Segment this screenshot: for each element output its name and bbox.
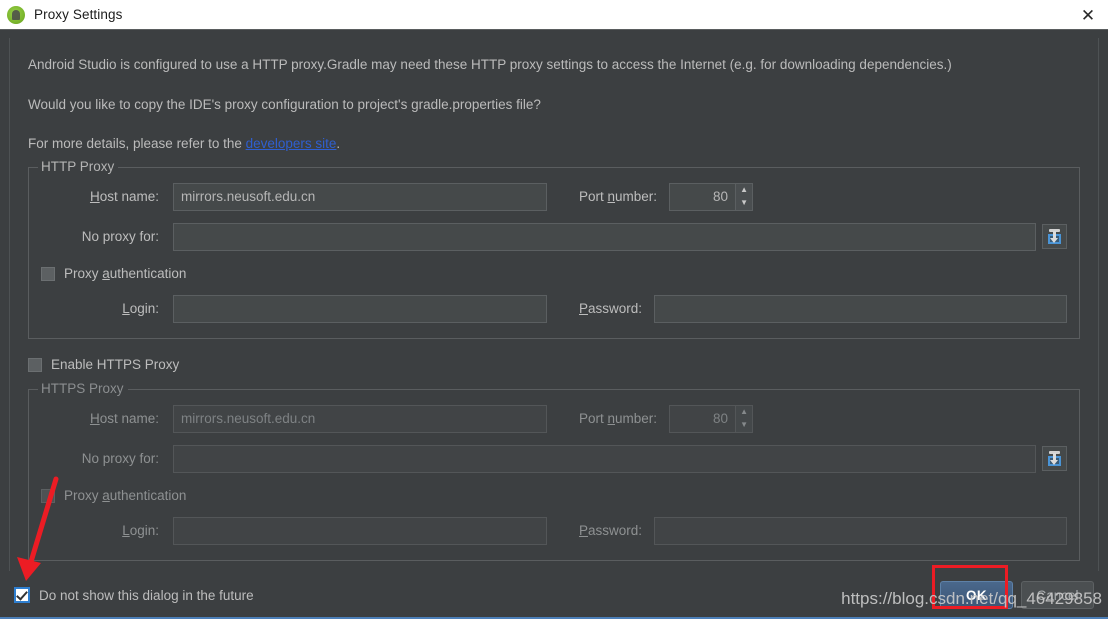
- window-title: Proxy Settings: [34, 7, 123, 22]
- do-not-show-label: Do not show this dialog in the future: [39, 587, 254, 603]
- spinner-up-icon[interactable]: ▲: [736, 406, 752, 419]
- https-proxy-group: HTTPS Proxy Host name: mirrors.neusoft.e…: [28, 381, 1080, 561]
- http-proxy-group: HTTP Proxy Host name: mirrors.neusoft.ed…: [28, 159, 1080, 339]
- http-host-label: Host name:: [89, 189, 159, 204]
- enable-https-proxy-row[interactable]: Enable HTTPS Proxy: [28, 353, 1080, 377]
- proxy-settings-dialog: Proxy Settings ✕ Android Studio is confi…: [0, 0, 1108, 619]
- dialog-body: Android Studio is configured to use a HT…: [0, 29, 1108, 619]
- http-port-stepper[interactable]: 80 ▲ ▼: [669, 182, 754, 211]
- android-studio-icon: [7, 5, 25, 24]
- https-proxy-authentication-label: Proxy authentication: [64, 488, 187, 503]
- https-login-row: Login: Password:: [41, 516, 1067, 546]
- http-port-spin-buttons[interactable]: ▲ ▼: [735, 182, 754, 211]
- http-proxy-group-title: HTTP Proxy: [38, 159, 119, 173]
- https-login-input[interactable]: [173, 516, 547, 545]
- http-login-label: Login:: [122, 301, 159, 316]
- http-noproxy-row: No proxy for:: [41, 222, 1067, 252]
- spinner-down-icon[interactable]: ▼: [736, 197, 752, 210]
- do-not-show-row[interactable]: Do not show this dialog in the future: [14, 587, 254, 603]
- spinner-down-icon[interactable]: ▼: [736, 419, 752, 432]
- https-host-input[interactable]: mirrors.neusoft.edu.cn: [173, 404, 547, 433]
- dialog-footer: Do not show this dialog in the future OK…: [0, 571, 1108, 619]
- title-bar: Proxy Settings ✕: [0, 0, 1108, 29]
- http-login-row: Login: Password:: [41, 294, 1067, 324]
- close-icon[interactable]: ✕: [1077, 4, 1099, 26]
- https-port-spin-buttons[interactable]: ▲ ▼: [735, 404, 754, 433]
- http-host-row: Host name: mirrors.neusoft.edu.cn Port n…: [41, 182, 1067, 212]
- http-password-label: Password:: [579, 301, 643, 316]
- http-login-input[interactable]: [173, 294, 547, 323]
- http-proxy-authentication-row[interactable]: Proxy authentication: [41, 262, 1067, 286]
- http-port-input[interactable]: 80: [669, 182, 736, 211]
- enable-https-proxy-checkbox[interactable]: [28, 357, 42, 372]
- do-not-show-checkbox[interactable]: [14, 587, 30, 603]
- https-port-stepper[interactable]: 80 ▲ ▼: [669, 404, 754, 433]
- http-port-label: Port number:: [579, 189, 658, 204]
- https-password-input[interactable]: [654, 516, 1067, 545]
- description-line-3: For more details, please refer to the de…: [28, 137, 1080, 151]
- description-line-3-suffix: .: [336, 136, 341, 151]
- description-line-3-prefix: For more details, please refer to the: [28, 136, 246, 151]
- description-line-2: Would you like to copy the IDE's proxy c…: [28, 96, 541, 112]
- https-noproxy-row: No proxy for:: [41, 444, 1067, 474]
- https-noproxy-label: No proxy for:: [81, 451, 159, 466]
- https-port-input[interactable]: 80: [669, 404, 736, 433]
- https-proxy-authentication-row[interactable]: Proxy authentication: [41, 484, 1067, 508]
- description-line-1: Android Studio is configured to use a HT…: [28, 57, 952, 72]
- https-host-row: Host name: mirrors.neusoft.edu.cn Port n…: [41, 404, 1067, 434]
- https-login-label: Login:: [122, 523, 159, 538]
- enable-https-proxy-label: Enable HTTPS Proxy: [51, 357, 180, 372]
- https-noproxy-input[interactable]: [173, 444, 1036, 473]
- http-noproxy-input[interactable]: [173, 222, 1036, 251]
- http-noproxy-label: No proxy for:: [81, 229, 159, 244]
- http-proxy-authentication-label: Proxy authentication: [64, 266, 187, 281]
- https-host-label: Host name:: [89, 411, 159, 426]
- content-frame: Android Studio is configured to use a HT…: [9, 38, 1099, 571]
- developers-site-link[interactable]: developers site: [246, 136, 337, 151]
- http-password-input[interactable]: [654, 294, 1067, 323]
- content-inner: Android Studio is configured to use a HT…: [10, 38, 1098, 571]
- ok-button[interactable]: OK: [940, 581, 1013, 609]
- import-icon[interactable]: [1042, 224, 1067, 249]
- http-proxy-authentication-checkbox[interactable]: [41, 266, 55, 281]
- https-port-label: Port number:: [579, 411, 658, 426]
- import-icon[interactable]: [1042, 446, 1067, 471]
- https-proxy-authentication-checkbox[interactable]: [41, 488, 55, 503]
- https-proxy-group-title: HTTPS Proxy: [38, 381, 128, 395]
- spinner-up-icon[interactable]: ▲: [736, 184, 752, 197]
- cancel-button[interactable]: Cancel: [1021, 581, 1094, 609]
- http-host-input[interactable]: mirrors.neusoft.edu.cn: [173, 182, 547, 211]
- https-password-label: Password:: [579, 523, 643, 538]
